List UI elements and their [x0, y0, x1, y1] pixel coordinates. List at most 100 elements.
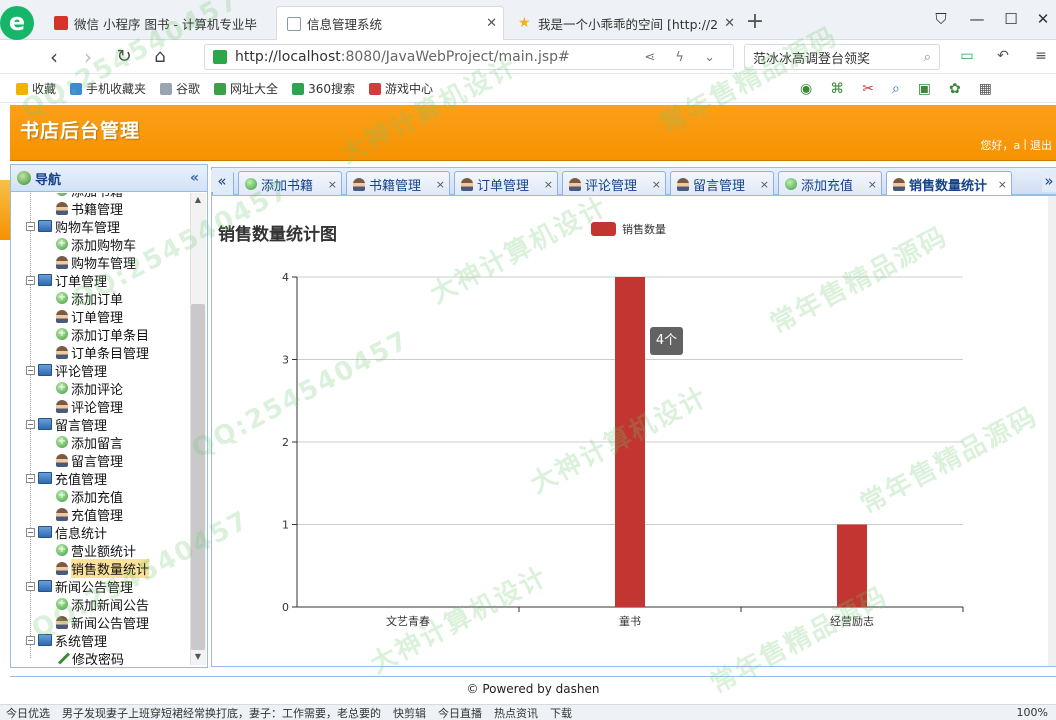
menu-icon[interactable]: ≡: [1030, 48, 1052, 66]
browser-logo-icon[interactable]: e: [0, 6, 34, 40]
tree-item[interactable]: 充值管理: [56, 505, 123, 524]
tree-item[interactable]: 修改密码: [56, 649, 124, 666]
close-tab-icon[interactable]: ✕: [486, 16, 497, 31]
tree-group[interactable]: − 留言管理: [26, 415, 107, 434]
scroll-down-icon[interactable]: ▼: [190, 652, 206, 664]
close-tab-icon[interactable]: ×: [760, 178, 769, 191]
battery-icon[interactable]: ▭: [956, 48, 978, 66]
tree-item[interactable]: + 营业额统计: [56, 541, 136, 560]
tree-item[interactable]: + 添加留言: [56, 433, 123, 452]
tree-item[interactable]: 评论管理: [56, 397, 123, 416]
y-tick-label: 2: [282, 436, 289, 449]
tree-item[interactable]: + 添加充值: [56, 487, 123, 506]
tree-item[interactable]: 订单管理: [56, 307, 123, 326]
tree-toggle-icon[interactable]: −: [26, 527, 35, 537]
content-tab-active[interactable]: 销售数量统计 ×: [886, 171, 1012, 197]
content-tab[interactable]: 订单管理 ×: [454, 171, 558, 196]
grid-icon[interactable]: ▦: [979, 81, 992, 97]
tree-group[interactable]: − 充值管理: [26, 469, 107, 488]
bookmark-mobile[interactable]: 手机收藏夹: [70, 80, 146, 97]
tree-toggle-icon[interactable]: −: [26, 275, 35, 285]
content-tab[interactable]: 留言管理 ×: [670, 171, 774, 196]
maximize-icon[interactable]: ☐: [994, 6, 1028, 32]
browser-tab[interactable]: 微信 小程序 图书 - 计算机专业毕: [44, 6, 272, 40]
minimize-icon[interactable]: —: [960, 6, 994, 32]
scrollbar-thumb[interactable]: [191, 304, 205, 650]
tree-item[interactable]: 新闻公告管理: [56, 613, 149, 632]
tree-item[interactable]: 订单条目管理: [56, 343, 149, 362]
close-tab-icon[interactable]: ×: [436, 178, 445, 191]
status-item[interactable]: 100%: [1017, 706, 1048, 719]
status-item[interactable]: 男子发现妻子上班穿短裙经常换打底，妻子：工作需要，老总要的: [62, 705, 381, 720]
new-tab-button[interactable]: +: [740, 8, 770, 36]
status-item[interactable]: 下载: [550, 705, 572, 720]
tab-scroll-left-icon[interactable]: «: [211, 170, 233, 192]
content-tab[interactable]: 评论管理 ×: [562, 171, 666, 196]
tree-group[interactable]: − 购物车管理: [26, 217, 120, 236]
collapse-icon[interactable]: «: [190, 170, 199, 186]
status-item[interactable]: 今日直播: [438, 705, 482, 720]
forward-icon[interactable]: ›: [74, 44, 102, 70]
tree-toggle-icon[interactable]: −: [26, 419, 35, 429]
tree-group[interactable]: − 信息统计: [26, 523, 107, 542]
close-tab-icon[interactable]: ×: [868, 178, 877, 191]
tree-group[interactable]: − 评论管理: [26, 361, 108, 380]
tree-item[interactable]: + 添加新闻公告: [56, 595, 149, 614]
extension-icon[interactable]: ✿: [949, 81, 961, 97]
bookmark-360[interactable]: 360搜索: [292, 80, 355, 97]
browser-tab-active[interactable]: 信息管理系统 ✕: [276, 6, 504, 40]
home-icon[interactable]: ⌂: [146, 44, 174, 70]
status-item[interactable]: 热点资讯: [494, 705, 538, 720]
search-icon[interactable]: ⌕: [924, 50, 931, 65]
wechat-icon[interactable]: ◉: [800, 81, 812, 97]
content-tab[interactable]: 书籍管理 ×: [346, 171, 450, 196]
tree-item[interactable]: + 添加购物车: [56, 235, 136, 254]
undo-icon[interactable]: ↶: [992, 48, 1014, 66]
browser-tab[interactable]: ★ 我是一个小乖乖的空间 [http://2 ✕: [508, 6, 736, 40]
tree-toggle-icon[interactable]: −: [26, 221, 35, 231]
tree-toggle-icon[interactable]: −: [26, 365, 35, 375]
tree-group[interactable]: − 系统管理: [26, 631, 107, 650]
status-item[interactable]: 今日优选: [6, 705, 50, 720]
address-bar[interactable]: http://localhost:8080/JavaWebProject/mai…: [204, 44, 734, 70]
tree-item[interactable]: 书籍管理: [56, 199, 123, 218]
search-input[interactable]: 范冰冰高调登台领奖 ⌕: [744, 44, 940, 70]
tab-scroll-right-icon[interactable]: »: [1042, 170, 1056, 192]
user-icon: [56, 309, 68, 323]
cut-icon[interactable]: ✂: [862, 81, 874, 97]
close-tab-icon[interactable]: ✕: [724, 16, 735, 31]
back-icon[interactable]: ‹: [40, 44, 68, 70]
tree-toggle-icon[interactable]: −: [26, 581, 35, 591]
reload-icon[interactable]: ↻: [110, 44, 138, 70]
shirt-icon[interactable]: ⛉: [924, 6, 958, 32]
tree-toggle-icon[interactable]: −: [26, 473, 35, 483]
tree-item[interactable]: + 添加评论: [56, 379, 123, 398]
close-tab-icon[interactable]: ×: [328, 178, 337, 191]
close-window-icon[interactable]: ✕: [1026, 6, 1056, 32]
close-tab-icon[interactable]: ×: [998, 178, 1007, 191]
bookmark-favorites[interactable]: 收藏: [16, 80, 56, 97]
content-tab[interactable]: 添加书籍 ×: [238, 171, 342, 196]
status-item[interactable]: 快剪辑: [393, 705, 426, 720]
tree-item[interactable]: 留言管理: [56, 451, 123, 470]
tree-item[interactable]: 销售数量统计: [56, 558, 150, 578]
tree-group[interactable]: − 新闻公告管理: [26, 577, 133, 596]
tree-item[interactable]: 购物车管理: [56, 253, 136, 272]
bookmark-google[interactable]: 谷歌: [160, 80, 200, 97]
bookmark-sites[interactable]: 网址大全: [214, 80, 278, 97]
tree-group[interactable]: − 订单管理: [26, 271, 107, 290]
tree-toggle-icon[interactable]: −: [26, 635, 35, 645]
close-tab-icon[interactable]: ×: [652, 178, 661, 191]
scroll-up-icon[interactable]: ▲: [190, 195, 206, 207]
tree-item-label: 评论管理: [55, 364, 108, 380]
share-icon[interactable]: ⋖ ϟ ⌄: [644, 50, 723, 65]
tree-item[interactable]: + 添加订单条目: [56, 325, 149, 344]
game-icon[interactable]: ▣: [918, 81, 931, 97]
bookmark-games[interactable]: 游戏中心: [368, 80, 433, 97]
logout-link[interactable]: 退出: [1030, 137, 1052, 153]
translate-icon[interactable]: ⌘: [830, 81, 844, 97]
search-icon[interactable]: ⌕: [892, 81, 900, 97]
tree-item[interactable]: + 添加订单: [56, 289, 123, 308]
content-tab[interactable]: 添加充值 ×: [778, 171, 882, 196]
close-tab-icon[interactable]: ×: [544, 178, 553, 191]
